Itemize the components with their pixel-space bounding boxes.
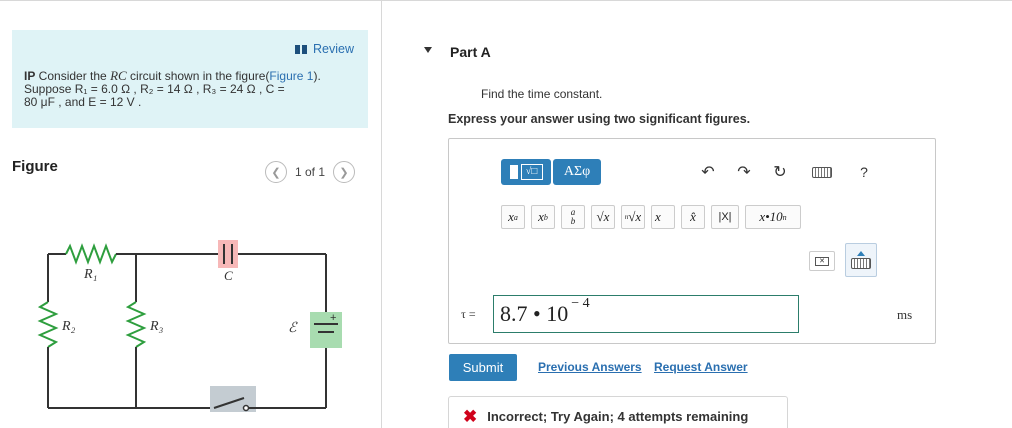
rc-circuit-diagram: R₁ R₂ R₃ C ℰ + [37, 240, 342, 412]
submit-button[interactable]: Submit [449, 354, 517, 381]
resistor-r3 [125, 301, 147, 348]
answer-panel: √□ ΑΣφ ↶ ↷ ↻ ? xa xb ab √x n √x x⃗ x̂ |X|… [448, 138, 936, 344]
resistor-r2 [37, 301, 59, 348]
problem-intro: Review IP Consider the RC circuit shown … [12, 30, 368, 128]
error-x-icon: ✖ [463, 406, 478, 426]
absolute-value-button[interactable]: |X| [711, 205, 739, 229]
question-text: Find the time constant. [481, 87, 603, 101]
chevron-left-icon[interactable]: ❮ [265, 161, 287, 183]
answer-mantissa: 8.7 • 10 [500, 301, 569, 326]
capacitor-bg [218, 240, 238, 268]
label-plus: + [330, 312, 336, 324]
label-c: C [224, 268, 233, 283]
templates-button[interactable]: √□ [501, 159, 551, 185]
figure-title: Figure [12, 158, 58, 175]
label-r3: R₃ [149, 319, 164, 334]
nth-root-button[interactable]: n √x [621, 205, 645, 229]
label-r2: R₂ [61, 319, 76, 334]
answer-unit: ms [897, 307, 913, 322]
part-title[interactable]: Part A [450, 44, 491, 60]
label-e: ℰ [288, 321, 298, 336]
keyboard-shortcuts-button[interactable] [811, 161, 833, 183]
feedback-box: ✖ Incorrect; Try Again; 4 attempts remai… [448, 396, 788, 428]
problem-values-line2: 80 μF , and E = 12 V . [24, 95, 142, 109]
redo-icon[interactable]: ↷ [733, 161, 755, 183]
ip-prefix: IP [24, 69, 36, 83]
fraction-button[interactable]: ab [561, 205, 585, 229]
reset-icon[interactable]: ↻ [769, 161, 791, 183]
panel-divider [381, 0, 382, 428]
previous-answers-link[interactable]: Previous Answers [538, 360, 642, 374]
keyboard-icon [812, 166, 832, 178]
pager-label: 1 of 1 [295, 165, 326, 179]
chevron-right-icon[interactable]: ❯ [333, 161, 356, 183]
resistor-r1 [65, 243, 117, 265]
scientific-notation-button[interactable]: x•10 n [745, 205, 801, 229]
backspace-icon: ✕ [815, 256, 829, 266]
sqrt-button[interactable]: √x [591, 205, 615, 229]
greek-symbols-button[interactable]: ΑΣφ [553, 159, 601, 185]
request-answer-link[interactable]: Request Answer [654, 360, 748, 374]
feedback-text: Incorrect; Try Again; 4 attempts remaini… [487, 408, 749, 424]
keyboard-icon [851, 258, 871, 269]
answer-exponent: − 4 [571, 296, 590, 311]
collapse-triangle-icon[interactable] [424, 47, 432, 53]
review-link[interactable]: Review [295, 42, 354, 56]
answer-input[interactable]: 8.7 • 10 − 4 [493, 295, 799, 333]
label-r1: R₁ [83, 267, 97, 282]
delete-button[interactable]: ✕ [809, 251, 835, 271]
problem-statement: IP Consider the RC circuit shown in the … [24, 69, 362, 109]
instruction-text: Express your answer using two significan… [448, 112, 751, 126]
top-rule [0, 0, 1012, 1]
answer-variable: τ = [461, 307, 476, 321]
help-icon[interactable]: ? [853, 161, 875, 183]
triangle-up-icon [857, 251, 865, 256]
figure-pager: ❮ 1 of 1 ❯ [265, 161, 356, 183]
battery-bg [310, 312, 342, 348]
symbol-palette: xa xb ab √x n √x x⃗ x̂ |X| x•10 n [501, 205, 801, 229]
vector-button[interactable]: x⃗ [651, 205, 675, 229]
undo-icon[interactable]: ↶ [697, 161, 719, 183]
superscript-button[interactable]: xa [501, 205, 525, 229]
subscript-button[interactable]: xb [531, 205, 555, 229]
templates-icon: √□ [509, 164, 543, 180]
book-icon [295, 44, 307, 54]
review-label: Review [313, 42, 354, 56]
figure-link[interactable]: Figure 1 [269, 69, 313, 83]
unit-vector-button[interactable]: x̂ [681, 205, 705, 229]
virtual-keyboard-button[interactable] [845, 243, 877, 277]
